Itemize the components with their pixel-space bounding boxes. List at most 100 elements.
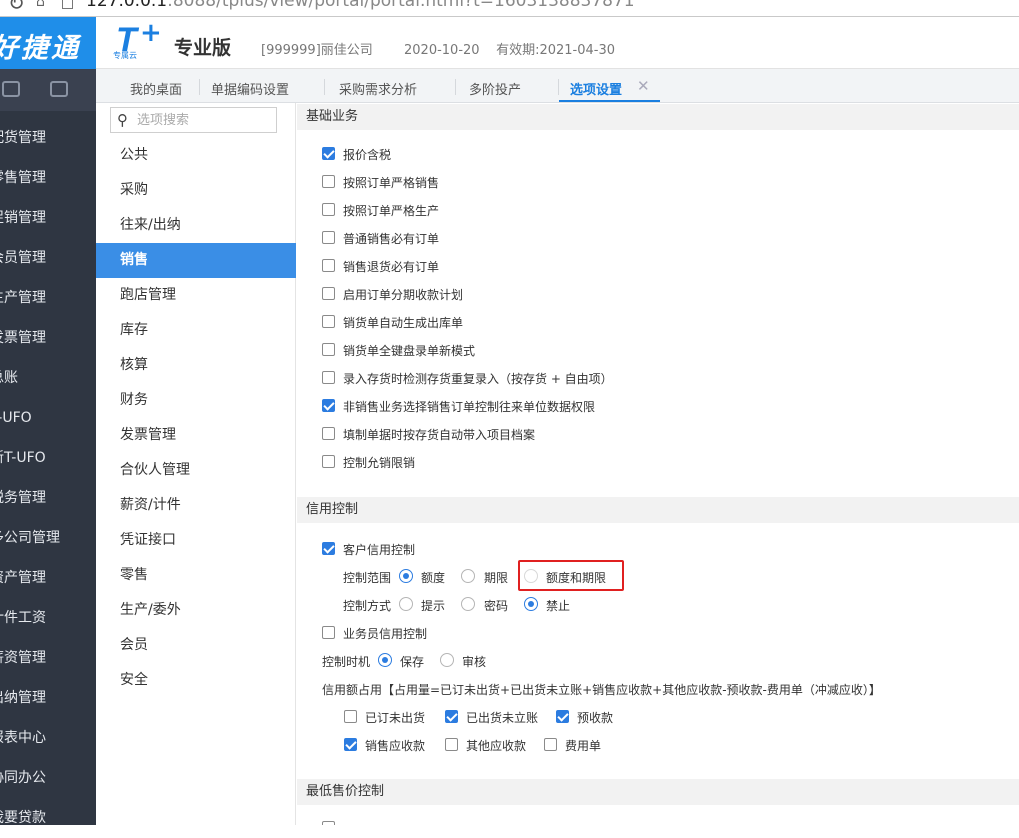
nav-item[interactable]: 新T-UFO: [0, 438, 96, 478]
option-category-item[interactable]: 公共: [96, 138, 296, 173]
tab-doc-code-settings[interactable]: 单据编码设置: [211, 79, 289, 98]
new-window-icon[interactable]: [50, 81, 68, 97]
option-category-item[interactable]: 安全: [96, 663, 296, 698]
nav-item[interactable]: 计件工资: [0, 598, 96, 638]
occupy-checkbox-expense-bill[interactable]: [544, 738, 557, 751]
option-category-item[interactable]: 财务: [96, 383, 296, 418]
method-option-password: 密码: [484, 599, 509, 613]
nav-item-label: 薪资管理: [0, 650, 46, 666]
nav-item[interactable]: 报表中心: [0, 718, 96, 758]
control-timing-label: 控制时机: [322, 655, 371, 669]
occupy-label: 预收款: [577, 711, 614, 725]
option-category-item[interactable]: 往来/出纳: [96, 208, 296, 243]
nav-item[interactable]: 税务管理: [0, 478, 96, 518]
nav-item-label: 生产管理: [0, 290, 46, 306]
option-category-item[interactable]: 会员: [96, 628, 296, 663]
nav-item[interactable]: T-UFO: [0, 398, 96, 438]
highlight-annotation-box: [518, 560, 624, 591]
nav-item[interactable]: 会员管理: [0, 238, 96, 278]
basic-option-checkbox[interactable]: [322, 343, 335, 356]
salesman-credit-label: 业务员信用控制: [343, 627, 428, 641]
tab-option-settings[interactable]: 选项设置: [570, 79, 622, 98]
close-icon[interactable]: ✕: [637, 77, 650, 95]
validity-date: 有效期:2021-04-30: [496, 43, 616, 58]
nav-item[interactable]: 资产管理: [0, 558, 96, 598]
nav-item[interactable]: 配货管理: [0, 118, 96, 158]
nav-item[interactable]: 促销管理: [0, 198, 96, 238]
basic-option-checkbox[interactable]: [322, 203, 335, 216]
option-category-item[interactable]: 合伙人管理: [96, 453, 296, 488]
option-category-item[interactable]: 零售: [96, 558, 296, 593]
browser-address-bar[interactable]: ↻ ⌂ 127.0.0.1:8088/tplus/view/portal/por…: [0, 0, 1019, 17]
basic-option-checkbox[interactable]: [322, 399, 335, 412]
option-category-item[interactable]: 跑店管理: [96, 278, 296, 313]
occupy-checkbox-other-receivable[interactable]: [445, 738, 458, 751]
nav-item[interactable]: 发票管理: [0, 318, 96, 358]
option-category-item[interactable]: 凭证接口: [96, 523, 296, 558]
option-category-item[interactable]: 发票管理: [96, 418, 296, 453]
nav-item[interactable]: 总账: [0, 358, 96, 398]
scope-radio-amount[interactable]: [399, 569, 413, 583]
nav-item[interactable]: 协同办公: [0, 758, 96, 798]
basic-option-checkbox[interactable]: [322, 455, 335, 468]
option-category-item[interactable]: 销售: [96, 243, 296, 278]
option-search-input[interactable]: [137, 111, 272, 129]
tab-purchase-analysis[interactable]: 采购需求分析: [339, 79, 417, 98]
option-category-item[interactable]: 采购: [96, 173, 296, 208]
method-radio-forbid[interactable]: [524, 597, 538, 611]
basic-option-checkbox[interactable]: [322, 231, 335, 244]
scope-radio-period[interactable]: [461, 569, 475, 583]
nav-item[interactable]: 多公司管理: [0, 518, 96, 558]
edition-label: 专业版: [174, 37, 232, 59]
home-icon[interactable]: ⌂: [36, 0, 45, 10]
method-option-prompt: 提示: [421, 599, 446, 613]
url-text[interactable]: 127.0.0.1:8088/tplus/view/portal/portal.…: [86, 0, 635, 11]
nav-item[interactable]: 生产管理: [0, 278, 96, 318]
reload-icon[interactable]: ↻: [8, 0, 25, 15]
tab-multi-stage-production[interactable]: 多阶投产: [469, 79, 521, 98]
timing-radio-save[interactable]: [378, 653, 392, 667]
basic-option-checkbox[interactable]: [322, 175, 335, 188]
company-name[interactable]: [999999]丽佳公司: [261, 39, 373, 58]
occupy-label: 已订未出货: [365, 711, 426, 725]
timing-radio-audit[interactable]: [440, 653, 454, 667]
nav-item-label: 资产管理: [0, 570, 46, 586]
basic-option-checkbox[interactable]: [322, 259, 335, 272]
basic-option-checkbox[interactable]: [322, 427, 335, 440]
basic-option-label: 录入存货时检测存货重复录入（按存货 + 自由项）: [343, 372, 613, 386]
scope-option-period: 期限: [484, 571, 509, 585]
nav-item[interactable]: 零售管理: [0, 158, 96, 198]
option-category-item[interactable]: 薪资/计件: [96, 488, 296, 523]
nav-item-label: 报表中心: [0, 730, 46, 746]
occupy-checkbox-prepayment[interactable]: [556, 710, 569, 723]
nav-item[interactable]: 薪资管理: [0, 638, 96, 678]
tab-divider: [455, 79, 456, 95]
method-radio-prompt[interactable]: [399, 597, 413, 611]
option-search-box[interactable]: ⚲: [110, 107, 277, 133]
basic-option-checkbox[interactable]: [322, 287, 335, 300]
options-sidebar: ⚲ 公共采购往来/出纳销售跑店管理库存核算财务发票管理合伙人管理薪资/计件凭证接…: [96, 103, 296, 825]
basic-option-checkbox[interactable]: [322, 147, 335, 160]
occupy-checkbox-ordered-unshipped[interactable]: [344, 710, 357, 723]
salesman-credit-checkbox[interactable]: [322, 626, 335, 639]
option-category-item[interactable]: 生产/委外: [96, 593, 296, 628]
nav-item[interactable]: 我要贷款: [0, 798, 96, 838]
option-category-item[interactable]: 库存: [96, 313, 296, 348]
customer-credit-label: 客户信用控制: [343, 543, 416, 557]
nav-item-label: 税务管理: [0, 490, 46, 506]
nav-item[interactable]: 出纳管理: [0, 678, 96, 718]
credit-occupy-formula: 信用额占用【占用量=已订未出货+已出货未立账+销售应收款+其他应收款-预收款-费…: [322, 683, 881, 697]
method-radio-password[interactable]: [461, 597, 475, 611]
occupy-checkbox-shipped-unbilled[interactable]: [445, 710, 458, 723]
tab-my-desktop[interactable]: 我的桌面: [130, 79, 182, 98]
login-date: 2020-10-20: [404, 43, 480, 58]
customer-credit-checkbox[interactable]: [322, 542, 335, 555]
occupy-checkbox-sales-receivable[interactable]: [344, 738, 357, 751]
min-price-checkbox-partial[interactable]: [322, 821, 335, 825]
option-category-item[interactable]: 核算: [96, 348, 296, 383]
basic-option-checkbox[interactable]: [322, 371, 335, 384]
tab-divider: [324, 79, 325, 95]
search-doc-icon[interactable]: [2, 81, 20, 97]
basic-option-checkbox[interactable]: [322, 315, 335, 328]
basic-option-label: 填制单据时按存货自动带入项目档案: [343, 428, 536, 442]
